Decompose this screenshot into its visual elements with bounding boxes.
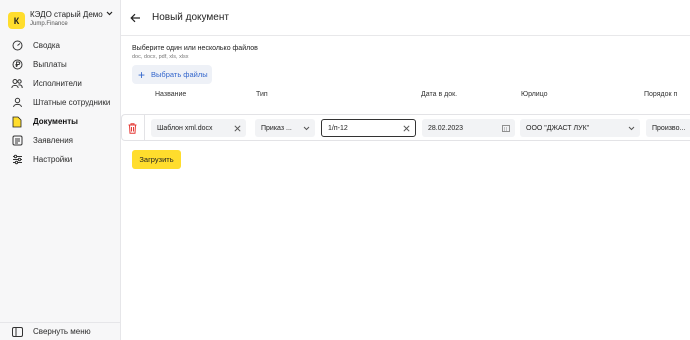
org-avatar: К — [8, 12, 25, 29]
date-field[interactable]: 28.02.2023 — [422, 119, 515, 137]
collapse-menu-label: Свернуть меню — [33, 327, 91, 336]
date-value: 28.02.2023 — [428, 124, 464, 132]
calendar-icon[interactable] — [502, 119, 510, 137]
type-select[interactable]: Приказ ... — [255, 119, 315, 137]
ruble-icon — [11, 59, 23, 71]
sidebar-item-documents[interactable]: Документы — [0, 112, 120, 131]
page-title: Новый документ — [152, 12, 229, 23]
order-select[interactable]: Произво... — [646, 119, 690, 137]
users-icon — [11, 78, 23, 90]
order-value: Произво... — [652, 124, 686, 132]
column-header-order: Порядок п — [644, 91, 678, 98]
upload-hint: Выберите один или несколько файлов — [132, 45, 258, 52]
document-icon — [11, 116, 23, 128]
sidebar-item-label: Сводка — [33, 41, 61, 50]
sidebar-item-label: Документы — [33, 117, 78, 126]
back-arrow-icon[interactable] — [130, 12, 142, 24]
type-value: Приказ ... — [261, 124, 292, 132]
page-header: Новый документ — [121, 0, 690, 36]
doc-number-value: 1/п-12 — [328, 124, 348, 132]
sidebar-item-employees[interactable]: Штатные сотрудники — [0, 93, 120, 112]
clear-icon[interactable] — [234, 119, 241, 137]
doc-number-input[interactable]: 1/п-12 — [321, 119, 416, 137]
plus-icon: + — [138, 67, 146, 82]
entity-select[interactable]: ООО "ДЖАСТ ЛУК" — [520, 119, 640, 137]
row-divider — [144, 115, 145, 140]
sidebar-item-label: Выплаты — [33, 60, 67, 69]
clear-icon[interactable] — [403, 120, 410, 136]
table-row: Шаблон xml.docx Приказ ... 1/п-12 28.02.… — [121, 114, 690, 141]
chevron-down-icon — [303, 119, 310, 137]
chevron-down-icon — [628, 119, 635, 137]
sidebar-item-label: Заявления — [33, 136, 74, 145]
sidebar-item-settings[interactable]: Настройки — [0, 150, 120, 169]
column-header-entity: Юрлицо — [521, 91, 548, 98]
dashboard-icon — [11, 40, 23, 52]
pick-files-label: Выбрать файлы — [151, 70, 208, 79]
file-name-value: Шаблон xml.docx — [157, 124, 213, 132]
column-header-date: Дата в док. — [421, 91, 458, 98]
pick-files-button[interactable]: + Выбрать файлы — [132, 65, 212, 84]
org-switcher[interactable]: К КЭДО старый Демо Jump.Finance — [0, 0, 120, 36]
collapse-menu-button[interactable]: Свернуть меню — [0, 322, 120, 340]
sidebar: К КЭДО старый Демо Jump.Finance Сводка В… — [0, 0, 121, 340]
table-header: Название Тип Дата в док. Юрлицо Порядок … — [132, 84, 690, 104]
org-name: КЭДО старый Демо — [30, 10, 103, 19]
sidebar-item-label: Штатные сотрудники — [33, 98, 111, 107]
sidebar-item-payments[interactable]: Выплаты — [0, 55, 120, 74]
chevron-down-icon — [106, 11, 113, 18]
sidebar-item-label: Исполнители — [33, 79, 82, 88]
sliders-icon — [11, 154, 23, 166]
upload-button[interactable]: Загрузить — [132, 150, 181, 169]
sidebar-item-applications[interactable]: Заявления — [0, 131, 120, 150]
trash-icon[interactable] — [126, 121, 138, 135]
file-name-field[interactable]: Шаблон xml.docx — [151, 119, 246, 137]
entity-value: ООО "ДЖАСТ ЛУК" — [526, 124, 590, 132]
sidebar-toggle-icon — [12, 326, 23, 337]
column-header-type: Тип — [256, 91, 268, 98]
sidebar-item-summary[interactable]: Сводка — [0, 36, 120, 55]
main-content: Новый документ Выберите один или несколь… — [121, 0, 690, 340]
column-header-name: Название — [155, 91, 187, 98]
sidebar-item-contractors[interactable]: Исполнители — [0, 74, 120, 93]
upload-formats: doc, docx, pdf, xls, xlsx — [132, 54, 189, 60]
org-subtitle: Jump.Finance — [30, 21, 68, 27]
user-icon — [11, 97, 23, 109]
sidebar-item-label: Настройки — [33, 155, 73, 164]
upload-button-label: Загрузить — [139, 155, 174, 164]
list-icon — [11, 135, 23, 147]
